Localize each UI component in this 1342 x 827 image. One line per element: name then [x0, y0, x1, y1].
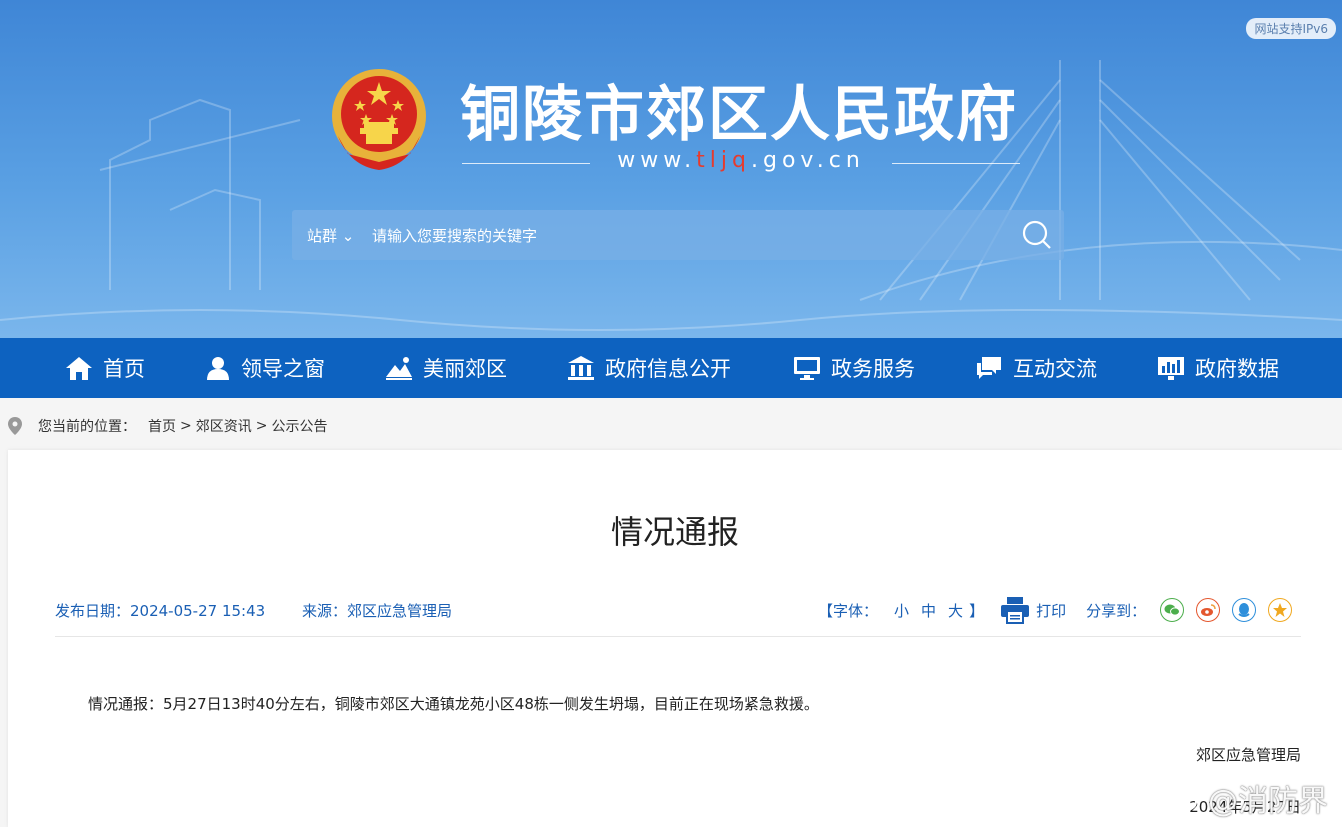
person-icon: [207, 357, 229, 380]
nav-item-leaders[interactable]: 领导之窗: [205, 338, 325, 398]
signature-org: 郊区应急管理局: [1195, 746, 1301, 764]
breadcrumb-prefix: 您当前的位置：: [38, 419, 136, 435]
nav-item-beautiful-suburb[interactable]: 美丽郊区: [385, 338, 507, 398]
national-emblem-icon: [332, 69, 426, 170]
article-body: 情况通报：5月27日13时40分左右，铜陵市郊区大通镇龙苑小区48栋一侧发生坍塌…: [88, 695, 819, 713]
nav-item-label: 美丽郊区: [423, 357, 507, 381]
monitor-icon: [794, 357, 820, 380]
font-small-button[interactable]: 小: [894, 600, 909, 621]
chat-icon: [977, 357, 1001, 379]
home-icon: [66, 357, 92, 380]
header-banner: 网站支持IPv6 铜陵市郊区人民政府 www.tljq.gov.cn 站群 ⌄: [0, 0, 1342, 338]
breadcrumb-link-home[interactable]: 首页: [148, 416, 176, 436]
nav-item-label: 领导之窗: [241, 357, 325, 381]
nav-item-interaction[interactable]: 互动交流: [975, 338, 1097, 398]
nav-item-label: 政务服务: [831, 357, 915, 381]
nav-item-services[interactable]: 政务服务: [793, 338, 915, 398]
nav-item-label: 互动交流: [1013, 357, 1097, 381]
print-button[interactable]: 打印: [1036, 600, 1066, 621]
publish-date: 发布日期：2024-05-27 15:43: [55, 602, 266, 620]
article-title: 情况通报: [610, 513, 739, 551]
search-icon[interactable]: [1020, 218, 1054, 252]
search-input[interactable]: [370, 218, 994, 254]
ipv6-badge: 网站支持IPv6: [1246, 18, 1336, 39]
site-group-label: 站群: [307, 227, 338, 245]
site-url: www.tljq.gov.cn: [462, 148, 1020, 178]
nav-item-gov-info[interactable]: 政府信息公开: [567, 338, 731, 398]
chart-icon: [1158, 357, 1184, 380]
main-nav: 首页 领导之窗 美丽郊区 政府信息公开 政务服务 互动交流 政府数据: [0, 338, 1342, 398]
printer-icon[interactable]: [1000, 596, 1030, 624]
font-medium-button[interactable]: 中: [921, 600, 936, 621]
weibo-logo-icon: [1169, 786, 1203, 812]
search-bar: 站群 ⌄: [292, 210, 1064, 260]
nav-item-home[interactable]: 首页: [65, 338, 145, 398]
article-meta: 发布日期：2024-05-27 15:43 来源：郊区应急管理局: [55, 600, 484, 621]
breadcrumb-link-notices[interactable]: 公示公告: [271, 416, 327, 436]
watermark-text: @消防界: [1208, 784, 1328, 819]
weibo-share-icon[interactable]: [1196, 598, 1221, 622]
breadcrumb-separator: >: [255, 418, 268, 434]
url-suffix: .gov.cn: [751, 148, 865, 173]
breadcrumb-separator: >: [180, 418, 192, 434]
article-source: 来源：郊区应急管理局: [301, 602, 452, 620]
font-size-close: 】: [969, 601, 985, 620]
location-pin-icon: [8, 417, 22, 435]
breadcrumb: 您当前的位置： 首页 > 郊区资讯 > 公示公告: [0, 412, 331, 440]
nav-item-label: 政府信息公开: [605, 357, 731, 381]
wechat-share-icon[interactable]: [1160, 598, 1185, 622]
breadcrumb-link-news[interactable]: 郊区资讯: [196, 416, 252, 436]
nav-item-label: 首页: [103, 357, 145, 381]
qzone-share-icon[interactable]: [1268, 598, 1293, 622]
nav-item-label: 政府数据: [1195, 357, 1279, 381]
article-card: 情况通报 发布日期：2024-05-27 15:43 来源：郊区应急管理局 【字…: [8, 450, 1342, 827]
nav-item-gov-data[interactable]: 政府数据: [1157, 338, 1279, 398]
landscape-icon: [386, 357, 412, 380]
share-label: 分享到：: [1086, 601, 1147, 620]
watermark: @消防界: [1168, 776, 1328, 820]
font-size-label: 【字体：: [818, 601, 879, 620]
font-large-button[interactable]: 大: [948, 600, 963, 621]
site-group-dropdown[interactable]: 站群 ⌄: [307, 225, 354, 246]
url-highlight: tljq: [696, 148, 751, 173]
qq-share-icon[interactable]: [1232, 598, 1257, 622]
url-prefix: www.: [617, 148, 697, 173]
article-tools: 【字体： 小 中 大 】 打印 分享到：: [818, 596, 1293, 624]
meta-divider: [55, 636, 1301, 637]
building-icon: [568, 356, 594, 380]
site-title: 铜陵市郊区人民政府: [460, 80, 1018, 150]
chevron-down-icon: ⌄: [341, 227, 355, 245]
